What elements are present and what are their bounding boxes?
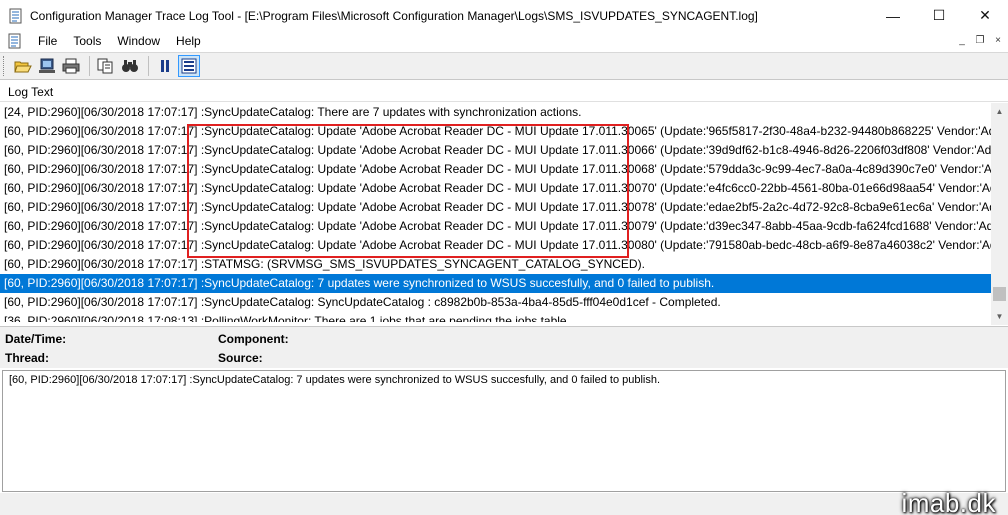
mdi-minimize-button[interactable]: _ — [954, 33, 970, 47]
close-button[interactable]: ✕ — [962, 0, 1008, 31]
menu-tools[interactable]: Tools — [65, 34, 109, 48]
log-row[interactable]: [60, PID:2960][06/30/2018 17:07:17] :Syn… — [0, 217, 991, 236]
menu-file[interactable]: File — [30, 34, 65, 48]
window-title: Configuration Manager Trace Log Tool - [… — [30, 8, 758, 23]
server-open-icon[interactable] — [36, 55, 58, 77]
log-row[interactable]: [60, PID:2960][06/30/2018 17:07:17] :Syn… — [0, 198, 991, 217]
mdi-controls: _ ❐ × — [954, 33, 1006, 47]
log-scrollbar[interactable]: ▲ ▼ — [991, 103, 1008, 325]
menu-window[interactable]: Window — [109, 34, 168, 48]
source-label: Source: — [218, 351, 263, 365]
mdi-close-button[interactable]: × — [990, 33, 1006, 47]
log-row-selected[interactable]: [60, PID:2960][06/30/2018 17:07:17] :Syn… — [0, 274, 991, 293]
log-list[interactable]: [24, PID:2960][06/30/2018 17:07:17] :Syn… — [0, 103, 991, 325]
log-row[interactable]: [60, PID:2960][06/30/2018 17:07:17] :Syn… — [0, 179, 991, 198]
toolbar-separator — [89, 56, 90, 76]
status-strip — [0, 493, 1008, 515]
log-text-header-label: Log Text — [8, 84, 54, 99]
toolbar — [0, 52, 1008, 80]
log-row[interactable]: [24, PID:2960][06/30/2018 17:07:17] :Syn… — [0, 103, 991, 122]
find-icon[interactable] — [119, 55, 141, 77]
log-text-column-header[interactable]: Log Text — [0, 82, 1008, 102]
details-pane: Date/Time: Component: Thread: Source: — [0, 326, 1008, 368]
scrollbar-thumb[interactable] — [993, 287, 1006, 301]
open-icon[interactable] — [12, 55, 34, 77]
log-row[interactable]: [60, PID:2960][06/30/2018 17:07:17] :Syn… — [0, 236, 991, 255]
log-row[interactable]: [60, PID:2960][06/30/2018 17:07:17] :Syn… — [0, 293, 991, 312]
mdi-restore-button[interactable]: ❐ — [972, 33, 988, 47]
title-bar: Configuration Manager Trace Log Tool - [… — [0, 0, 1008, 31]
pause-icon[interactable] — [154, 55, 176, 77]
log-row[interactable]: [60, PID:2960][06/30/2018 17:07:17] :Syn… — [0, 160, 991, 179]
watermark-text: imab.dk — [901, 488, 996, 515]
scroll-down-arrow-icon[interactable]: ▼ — [991, 308, 1008, 325]
thread-label: Thread: — [5, 351, 50, 365]
minimize-button[interactable]: — — [870, 0, 916, 31]
log-row[interactable]: [60, PID:2960][06/30/2018 17:07:17] :Syn… — [0, 122, 991, 141]
document-list-icon[interactable] — [7, 33, 23, 49]
window-controls: — ☐ ✕ — [870, 0, 1008, 31]
maximize-button[interactable]: ☐ — [916, 0, 962, 31]
component-label: Component: — [218, 332, 289, 346]
highlight-icon[interactable] — [178, 55, 200, 77]
log-row[interactable]: [60, PID:2960][06/30/2018 17:07:17] :STA… — [0, 255, 991, 274]
message-detail-box[interactable]: [60, PID:2960][06/30/2018 17:07:17] :Syn… — [2, 370, 1006, 492]
toolbar-grip[interactable] — [3, 56, 6, 76]
copy-icon[interactable] — [95, 55, 117, 77]
message-detail-text: [60, PID:2960][06/30/2018 17:07:17] :Syn… — [9, 374, 661, 386]
scroll-up-arrow-icon[interactable]: ▲ — [991, 103, 1008, 120]
menu-bar: File Tools Window Help _ ❐ × — [0, 31, 1008, 51]
datetime-label: Date/Time: — [5, 332, 67, 346]
menu-help[interactable]: Help — [168, 34, 209, 48]
document-list-icon — [8, 8, 24, 24]
log-row[interactable]: [60, PID:2960][06/30/2018 17:07:17] :Syn… — [0, 141, 991, 160]
print-icon[interactable] — [60, 55, 82, 77]
log-row[interactable]: [36, PID:2960][06/30/2018 17:08:13] :Pol… — [0, 312, 991, 322]
toolbar-separator — [148, 56, 149, 76]
